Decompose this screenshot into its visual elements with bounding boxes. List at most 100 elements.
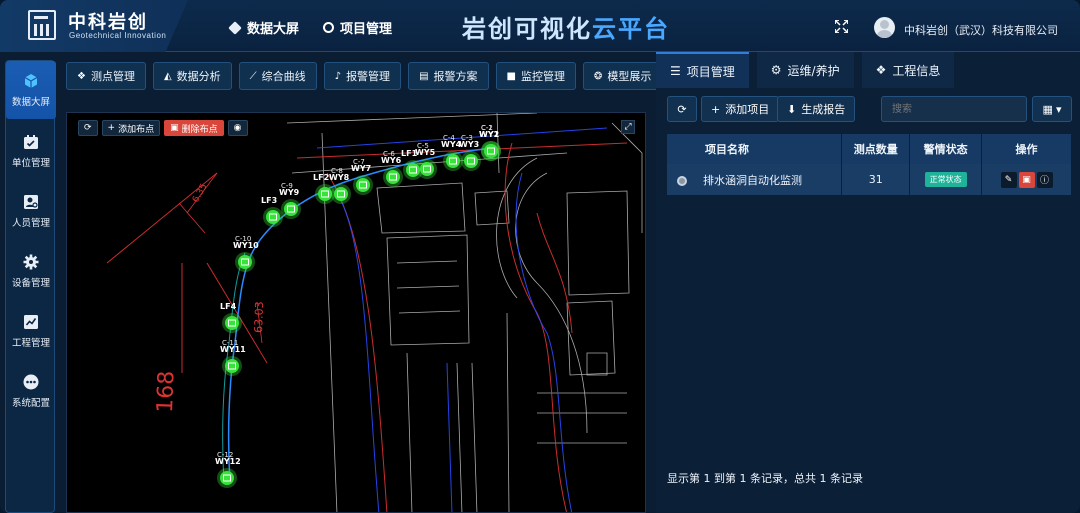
search-input[interactable]	[881, 96, 1027, 122]
book-icon: ▤	[419, 70, 429, 82]
grid-icon: ▦	[1042, 102, 1053, 116]
point-marker-icon	[225, 359, 239, 373]
map-fullscreen-button[interactable]: ⤢	[621, 120, 635, 134]
project-controls: ⟳ + 添加项目 ⬇ 生成报告 ▦▾	[667, 96, 1072, 124]
sidebar-item-label: 工程管理	[11, 337, 50, 349]
point-marker-icon	[446, 154, 460, 168]
area-chart-icon: ◭	[163, 70, 172, 82]
list-icon: ☰	[670, 64, 681, 78]
toolbar-model-display[interactable]: ❂ 模型展示	[582, 62, 658, 90]
chart-icon	[24, 314, 38, 329]
point-marker-icon	[464, 154, 478, 168]
point-marker-icon	[225, 316, 239, 330]
toolbar-label: 综合曲线	[261, 70, 306, 83]
camera-icon: ■	[506, 70, 516, 82]
nav-data-screen[interactable]: 数据大屏	[228, 18, 299, 37]
project-name-cell: 排水涵洞自动化监测	[667, 164, 843, 195]
fullscreen-icon[interactable]	[835, 20, 848, 33]
tab-project-management[interactable]: ☰ 项目管理	[656, 52, 749, 88]
bell-icon: ♪	[334, 70, 342, 82]
map-dim-label: 168	[153, 370, 179, 413]
sidebar-item-device[interactable]: 设备管理	[6, 242, 56, 300]
column-header[interactable]: 项目名称	[667, 134, 843, 164]
toolbar-data-analysis[interactable]: ◭ 数据分析	[152, 62, 232, 90]
plus-icon: +	[107, 123, 116, 133]
point-code: C-6	[383, 150, 395, 158]
eye-icon: ◉	[233, 123, 242, 133]
cogs-icon: ⚙	[770, 63, 782, 77]
toolbar-point-management[interactable]: ❖ 测点管理	[66, 62, 146, 90]
toolbar-label: 模型展示	[607, 70, 652, 83]
expand-icon: ⤢	[624, 122, 632, 132]
point-code: C-10	[235, 235, 251, 243]
delete-point-button[interactable]: ▣ 删除布点	[164, 120, 224, 136]
row-radio[interactable]	[677, 175, 687, 186]
pagination-info: 显示第 1 到第 1 条记录，总共 1 条记录	[667, 472, 863, 485]
trash-icon: ▣	[170, 123, 179, 133]
sidebar-item-personnel[interactable]: 人员管理	[6, 182, 56, 240]
refresh-map-button[interactable]: ⟳	[78, 120, 98, 136]
toolbar-composite-curve[interactable]: ⟋ 综合曲线	[238, 62, 317, 90]
tab-maintenance[interactable]: ⚙ 运维/养护	[756, 52, 854, 88]
status-cell: 正常状态	[909, 164, 983, 195]
table-header-row: 项目名称 测点数量 警情状态 操作	[667, 134, 1072, 164]
tab-label: 项目管理	[686, 64, 735, 79]
add-point-button[interactable]: + 添加布点	[101, 120, 161, 136]
add-project-button[interactable]: + 添加项目	[701, 96, 780, 122]
sidebar-item-label: 系统配置	[11, 397, 50, 409]
point-marker-icon	[266, 210, 280, 224]
model-icon: ❂	[593, 70, 603, 82]
monitor-point[interactable]: WY12C-12	[215, 451, 241, 488]
sidebar-item-data-screen[interactable]: 数据大屏	[6, 61, 56, 119]
map-dim-label: 63.03	[252, 301, 266, 333]
point-code: C-9	[281, 182, 293, 190]
toolbar-label: 报警方案	[433, 70, 478, 83]
toolbar-alarm-management[interactable]: ♪ 报警管理	[323, 62, 402, 90]
edit-icon[interactable]: ✎	[1000, 171, 1017, 188]
column-header[interactable]: 测点数量	[841, 134, 911, 164]
sidebar-item-system[interactable]: 系统配置	[6, 362, 56, 420]
toolbar: ❖ 测点管理 ◭ 数据分析 ⟋ 综合曲线 ♪ 报警管理 ▤ 报警方案 ■ 监控管理 ❂ 模型展…	[66, 62, 658, 92]
add-point-label: 添加布点	[118, 124, 155, 135]
panel-tabs: ☰ 项目管理 ⚙ 运维/养护 ❖ 工程信息	[656, 52, 955, 88]
monitor-point[interactable]: LF3	[261, 196, 283, 227]
table-row[interactable]: 排水涵洞自动化监测 31 正常状态 ✎ ▣ ⓘ	[667, 164, 1072, 195]
status-badge: 正常状态	[924, 172, 967, 187]
map-dim-label: 6.35	[191, 182, 210, 204]
cubes-icon: ❖	[77, 70, 86, 82]
columns-toggle-button[interactable]: ▦ ▾	[1032, 96, 1072, 122]
info-icon[interactable]: ⓘ	[1036, 171, 1053, 188]
toolbar-monitor-management[interactable]: ■ 监控管理	[495, 62, 576, 90]
eye-toggle-button[interactable]: ◉	[227, 120, 248, 136]
platform-title: 岩创可视化云平台	[462, 9, 670, 44]
sidebar-item-label: 人员管理	[11, 217, 50, 229]
monitor-point[interactable]: WY11C-11	[220, 339, 246, 376]
monitor-point[interactable]: WY10C-10	[233, 235, 259, 272]
monitor-point[interactable]: WY6C-6	[381, 150, 403, 187]
sidebar-item-unit[interactable]: 单位管理	[6, 122, 56, 180]
toolbar-alarm-plan[interactable]: ▤ 报警方案	[408, 62, 489, 90]
generate-report-button[interactable]: ⬇ 生成报告	[777, 96, 856, 122]
nav-project-management[interactable]: 项目管理	[323, 18, 392, 37]
cad-drawing: 168 63.03 6.35 WY12C-12 WY11C-11 LF4 WY10C-…	[106, 113, 643, 512]
monitor-point[interactable]: WY7C-7	[351, 158, 373, 195]
sidebar-item-label: 单位管理	[11, 157, 50, 169]
cad-map-view[interactable]: 168 63.03 6.35 WY12 C-12 WY11 C-11 LF4 WY10 C-…	[66, 112, 646, 513]
point-code: C-1	[481, 124, 493, 132]
refresh-icon: ⟳	[677, 102, 687, 116]
line-chart-icon: ⟋	[249, 70, 257, 82]
chevron-down-icon: ▾	[1055, 102, 1062, 116]
trash-icon[interactable]: ▣	[1018, 171, 1035, 188]
project-name: 排水涵洞自动化监测	[703, 173, 802, 187]
tab-engineering-info[interactable]: ❖ 工程信息	[861, 52, 955, 88]
ring-icon	[323, 22, 334, 33]
nav-label: 项目管理	[340, 22, 393, 37]
column-header: 操作	[981, 134, 1072, 164]
platform-title-b: 云平台	[592, 15, 670, 43]
column-header[interactable]: 警情状态	[909, 134, 983, 164]
avatar[interactable]	[874, 17, 895, 38]
company-name: 中科岩创（武汉）科技有限公司	[904, 24, 1058, 37]
refresh-button[interactable]: ⟳	[667, 96, 697, 122]
app-frame: 中科岩创 Geotechnical Innovation 数据大屏 项目管理 岩…	[0, 0, 1080, 513]
sidebar-item-engineering[interactable]: 工程管理	[6, 302, 56, 360]
